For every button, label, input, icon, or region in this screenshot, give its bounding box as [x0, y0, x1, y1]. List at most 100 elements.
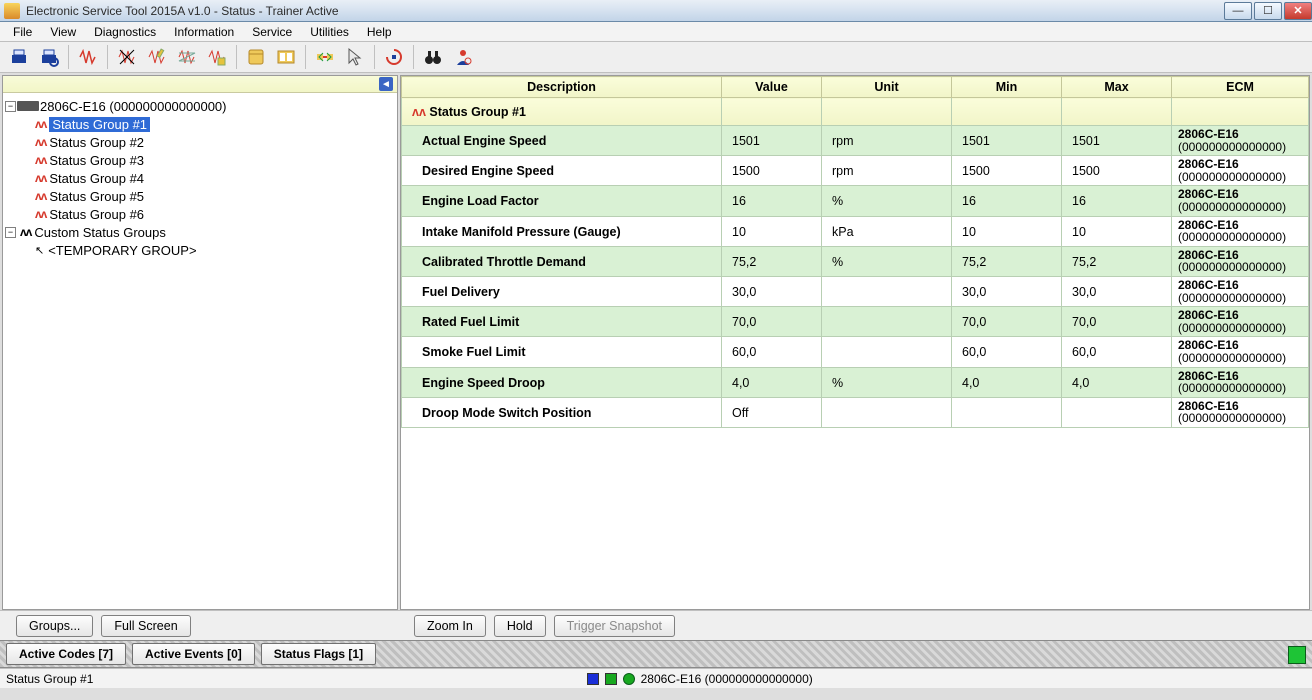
- transfer-icon[interactable]: [312, 44, 338, 70]
- tab-active-events[interactable]: Active Events [0]: [132, 643, 255, 665]
- table-row[interactable]: Engine Speed Droop4,0%4,04,02806C-E16(00…: [402, 367, 1309, 397]
- wave-strike-icon[interactable]: [174, 44, 200, 70]
- tree-status-group-4[interactable]: ᴧᴧ Status Group #4: [5, 169, 395, 187]
- tree-status-group-6[interactable]: ᴧᴧ Status Group #6: [5, 205, 395, 223]
- col-unit[interactable]: Unit: [822, 77, 952, 98]
- wave-icon: ᴧᴧ: [35, 189, 46, 203]
- tree-status-group-2[interactable]: ᴧᴧ Status Group #2: [5, 133, 395, 151]
- menu-diagnostics[interactable]: Diagnostics: [85, 22, 165, 41]
- cell-unit: [822, 337, 952, 367]
- wave-icon: ᴧᴧ: [35, 135, 46, 149]
- tree-status-group-5[interactable]: ᴧᴧ Status Group #5: [5, 187, 395, 205]
- table-empty-area: [401, 428, 1309, 609]
- table-row[interactable]: Smoke Fuel Limit60,060,060,02806C-E16(00…: [402, 337, 1309, 367]
- tree-item-label: Status Group #3: [49, 153, 144, 168]
- tree-status-group-3[interactable]: ᴧᴧ Status Group #3: [5, 151, 395, 169]
- cell-ecm: 2806C-E16(000000000000000): [1172, 126, 1309, 156]
- cell-description: Engine Speed Droop: [402, 367, 722, 397]
- table-row[interactable]: Engine Load Factor16%16162806C-E16(00000…: [402, 186, 1309, 216]
- tree-item-label: Status Group #6: [49, 207, 144, 222]
- collapse-icon[interactable]: −: [5, 227, 16, 238]
- menu-information[interactable]: Information: [165, 22, 243, 41]
- menubar: File View Diagnostics Information Servic…: [0, 22, 1312, 42]
- maximize-button[interactable]: ☐: [1254, 2, 1282, 20]
- col-min[interactable]: Min: [952, 77, 1062, 98]
- cell-min: 60,0: [952, 337, 1062, 367]
- table-row[interactable]: Rated Fuel Limit70,070,070,02806C-E16(00…: [402, 307, 1309, 337]
- table-row[interactable]: Actual Engine Speed1501rpm150115012806C-…: [402, 126, 1309, 156]
- groups-button[interactable]: Groups...: [16, 615, 93, 637]
- col-value[interactable]: Value: [722, 77, 822, 98]
- tree-item-label: Status Group #4: [49, 171, 144, 186]
- print-icon[interactable]: [6, 44, 32, 70]
- print-preview-icon[interactable]: [36, 44, 62, 70]
- menu-utilities[interactable]: Utilities: [301, 22, 358, 41]
- cell-unit: [822, 276, 952, 306]
- tab-status-flags[interactable]: Status Flags [1]: [261, 643, 376, 665]
- col-description[interactable]: Description: [402, 77, 722, 98]
- wave-edit2-icon[interactable]: [204, 44, 230, 70]
- cell-max: 1501: [1062, 126, 1172, 156]
- cell-description: Desired Engine Speed: [402, 156, 722, 186]
- cell-unit: %: [822, 367, 952, 397]
- table-row[interactable]: Intake Manifold Pressure (Gauge)10kPa101…: [402, 216, 1309, 246]
- table-row[interactable]: Desired Engine Speed1500rpm150015002806C…: [402, 156, 1309, 186]
- tree-temporary-group[interactable]: ↖ <TEMPORARY GROUP>: [5, 241, 395, 259]
- status-green-square-icon: [605, 673, 617, 685]
- group-label: Status Group #1: [429, 105, 526, 119]
- close-button[interactable]: ✕: [1284, 2, 1312, 20]
- menu-file[interactable]: File: [4, 22, 41, 41]
- cell-unit: [822, 397, 952, 427]
- cell-value: 16: [722, 186, 822, 216]
- wave-icon[interactable]: [75, 44, 101, 70]
- cell-ecm: 2806C-E16(000000000000000): [1172, 186, 1309, 216]
- cell-ecm: 2806C-E16(000000000000000): [1172, 307, 1309, 337]
- wave-x-icon[interactable]: [114, 44, 140, 70]
- collapse-tree-icon[interactable]: ◄: [379, 77, 393, 91]
- status-led-icon: [1288, 646, 1306, 664]
- main-area: ◄ − 2806C-E16 (000000000000000) ᴧᴧ Statu…: [0, 73, 1312, 610]
- status-table-pane: Description Value Unit Min Max ECM ᴧᴧ St…: [400, 75, 1310, 610]
- tree-status-group-1[interactable]: ᴧᴧ Status Group #1: [5, 115, 395, 133]
- cell-description: Actual Engine Speed: [402, 126, 722, 156]
- book-open-icon[interactable]: [273, 44, 299, 70]
- cell-max: 30,0: [1062, 276, 1172, 306]
- binoculars-icon[interactable]: [420, 44, 446, 70]
- status-bar: Status Group #1 2806C-E16 (0000000000000…: [0, 668, 1312, 688]
- cell-description: Intake Manifold Pressure (Gauge): [402, 216, 722, 246]
- menu-help[interactable]: Help: [358, 22, 401, 41]
- person-icon[interactable]: [450, 44, 476, 70]
- cell-min: 1501: [952, 126, 1062, 156]
- tree-item-label: Status Group #2: [49, 135, 144, 150]
- table-row[interactable]: Calibrated Throttle Demand75,2%75,275,22…: [402, 246, 1309, 276]
- wave-edit-icon[interactable]: [144, 44, 170, 70]
- full-screen-button[interactable]: Full Screen: [101, 615, 190, 637]
- table-row[interactable]: Fuel Delivery30,030,030,02806C-E16(00000…: [402, 276, 1309, 306]
- tab-active-codes[interactable]: Active Codes [7]: [6, 643, 126, 665]
- cell-description: Droop Mode Switch Position: [402, 397, 722, 427]
- book-icon[interactable]: [243, 44, 269, 70]
- swirl-icon[interactable]: [381, 44, 407, 70]
- cell-description: Fuel Delivery: [402, 276, 722, 306]
- window-title: Electronic Service Tool 2015A v1.0 - Sta…: [26, 4, 1222, 18]
- hold-button[interactable]: Hold: [494, 615, 546, 637]
- tree-custom-groups[interactable]: − ᴧᴧ Custom Status Groups: [5, 223, 395, 241]
- tree-ecm-root[interactable]: − 2806C-E16 (000000000000000): [5, 97, 395, 115]
- cell-ecm: 2806C-E16(000000000000000): [1172, 276, 1309, 306]
- cursor-icon[interactable]: [342, 44, 368, 70]
- col-ecm[interactable]: ECM: [1172, 77, 1309, 98]
- zoom-in-button[interactable]: Zoom In: [414, 615, 486, 637]
- cell-ecm: 2806C-E16(000000000000000): [1172, 246, 1309, 276]
- menu-view[interactable]: View: [41, 22, 85, 41]
- menu-service[interactable]: Service: [243, 22, 301, 41]
- table-row[interactable]: Droop Mode Switch PositionOff2806C-E16(0…: [402, 397, 1309, 427]
- minimize-button[interactable]: —: [1224, 2, 1252, 20]
- cell-ecm: 2806C-E16(000000000000000): [1172, 216, 1309, 246]
- collapse-icon[interactable]: −: [5, 101, 16, 112]
- cell-value: 4,0: [722, 367, 822, 397]
- trigger-snapshot-button[interactable]: Trigger Snapshot: [554, 615, 675, 637]
- col-max[interactable]: Max: [1062, 77, 1172, 98]
- status-blue-square-icon: [587, 673, 599, 685]
- cell-unit: rpm: [822, 156, 952, 186]
- table-header-row: Description Value Unit Min Max ECM: [402, 77, 1309, 98]
